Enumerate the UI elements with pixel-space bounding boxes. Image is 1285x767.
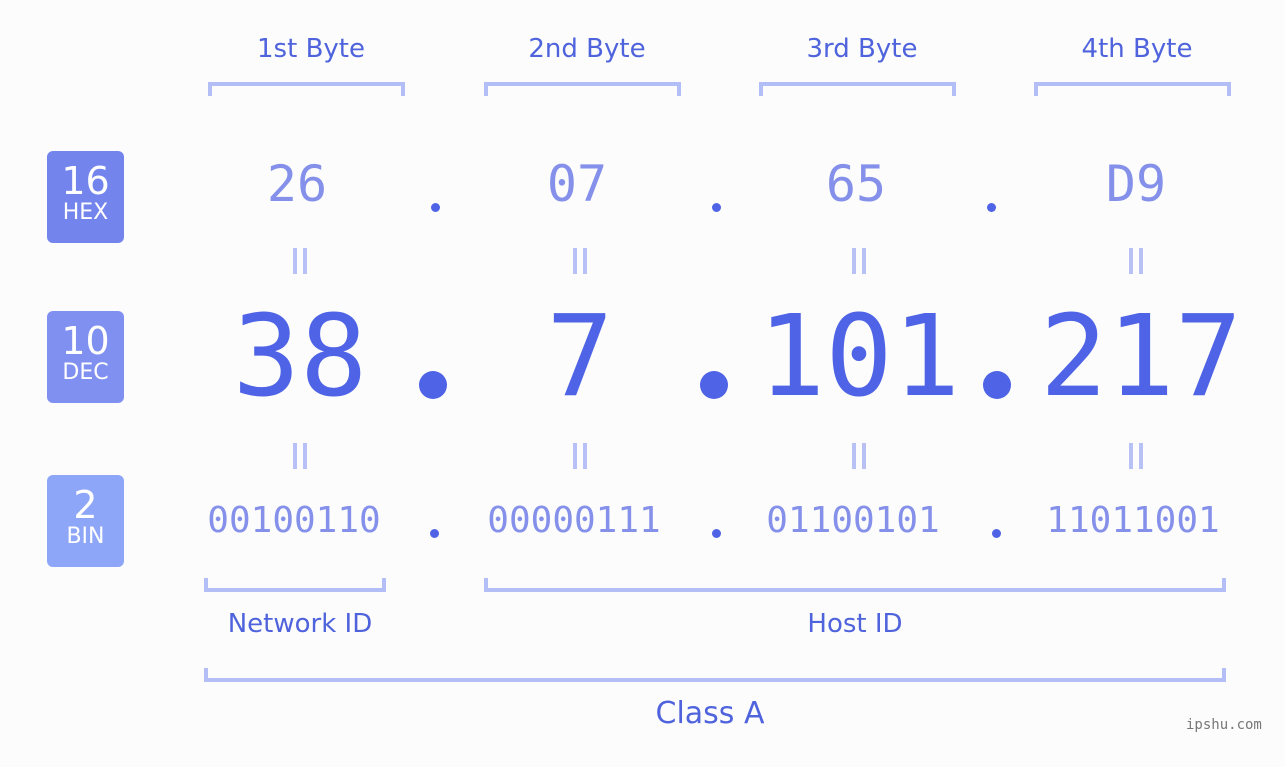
bin-base: 2 (73, 483, 98, 527)
bin-badge: 2 BIN (47, 475, 124, 567)
bin-byte-2: 00000111 (487, 500, 661, 541)
bin-byte-3: 01100101 (766, 500, 940, 541)
watermark: ipshu.com (1186, 717, 1262, 733)
hex-dot-1 (431, 203, 440, 212)
byte-label-1: 1st Byte (257, 34, 365, 64)
equals-icon (852, 248, 866, 274)
hex-base: 16 (61, 159, 110, 203)
hex-byte-1: 26 (266, 155, 328, 213)
byte-bracket-1 (208, 82, 405, 96)
hex-byte-4: D9 (1105, 155, 1167, 213)
dec-base: 10 (61, 319, 110, 363)
equals-icon (573, 443, 587, 469)
network-id-bracket (204, 578, 386, 592)
byte-bracket-2 (484, 82, 681, 96)
hex-dot-3 (987, 203, 996, 212)
bin-dot-1 (430, 529, 439, 538)
hex-badge: 16 HEX (47, 151, 124, 243)
bin-byte-1: 00100110 (207, 500, 381, 541)
equals-icon (293, 248, 307, 274)
dec-byte-4: 217 (1039, 292, 1243, 422)
byte-label-4: 4th Byte (1081, 34, 1193, 64)
hex-byte-2: 07 (546, 155, 608, 213)
class-bracket (204, 668, 1226, 682)
byte-bracket-3 (759, 82, 956, 96)
equals-icon (573, 248, 587, 274)
host-id-bracket (484, 578, 1226, 592)
dec-dot-1 (419, 371, 447, 399)
dec-badge: 10 DEC (47, 311, 124, 403)
byte-label-3: 3rd Byte (806, 34, 918, 64)
dec-label: DEC (62, 360, 109, 385)
bin-dot-3 (992, 529, 1001, 538)
byte-label-2: 2nd Byte (528, 34, 646, 64)
host-id-label: Host ID (807, 609, 903, 639)
network-id-label: Network ID (227, 609, 373, 639)
class-label: Class A (655, 696, 765, 731)
dec-byte-1: 38 (232, 292, 368, 422)
equals-icon (1129, 248, 1143, 274)
equals-icon (852, 443, 866, 469)
hex-byte-3: 65 (825, 155, 887, 213)
bin-byte-4: 11011001 (1046, 500, 1220, 541)
dec-dot-3 (983, 371, 1011, 399)
dec-dot-2 (700, 371, 728, 399)
equals-icon (1129, 443, 1143, 469)
equals-icon (293, 443, 307, 469)
hex-label: HEX (62, 200, 109, 225)
dec-byte-2: 7 (546, 292, 614, 422)
bin-dot-2 (712, 529, 721, 538)
bin-label: BIN (66, 524, 105, 549)
byte-bracket-4 (1034, 82, 1231, 96)
hex-dot-2 (712, 203, 721, 212)
dec-byte-3: 101 (757, 292, 961, 422)
